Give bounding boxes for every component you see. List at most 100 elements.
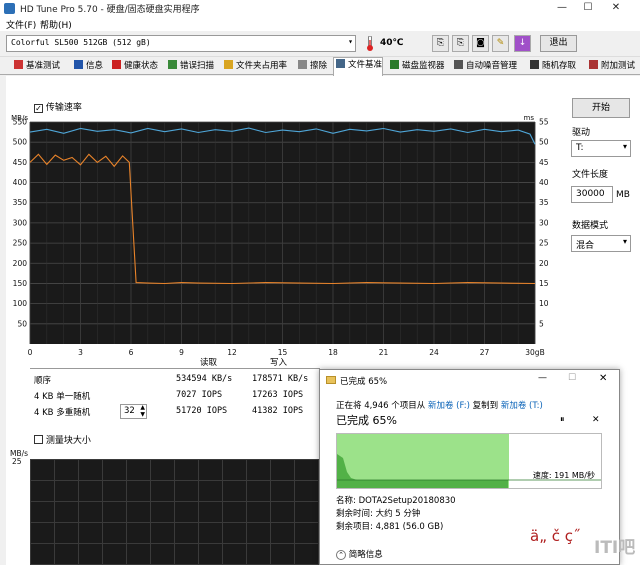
drive-select[interactable]: Colorful SL500 512GB (512 gB) ▾ [6, 35, 356, 52]
details-label: 简略信息 [348, 550, 383, 560]
y-right-tick-label: 35 [539, 198, 549, 207]
result-write-value: 17263 IOPS [252, 390, 304, 400]
file-length-unit: MB [616, 190, 630, 200]
queue-depth-value: 32 [124, 406, 135, 416]
chevron-up-icon: ⌃ [336, 550, 346, 560]
block-size-checkbox[interactable]: 测量块大小 [34, 433, 91, 446]
tab-folder[interactable]: 文件夹占用率 [222, 59, 287, 75]
tab-label: 文件夹占用率 [236, 61, 288, 71]
x-tick-label: 18 [328, 348, 338, 357]
close-button[interactable]: ✕ [608, 1, 624, 15]
x-tick-label: 30gB [525, 348, 544, 357]
drive-letter-value: T: [576, 143, 584, 153]
copy-info-icon[interactable]: ⎘ [452, 35, 469, 52]
copy-text-icon[interactable]: ⎘ [432, 35, 449, 52]
menu-bar: 文件(F) 帮助(H) [0, 17, 640, 31]
y-right-tick-label: 10 [539, 299, 549, 308]
copy-folder-icon [326, 376, 336, 384]
y-right-tick-label: 50 [539, 138, 549, 147]
tab-file-benchmark[interactable]: 文件基准 [333, 57, 384, 76]
dialog-minimize-button[interactable]: — [538, 373, 547, 383]
y-right-tick-label: 55 [539, 118, 549, 127]
copy-progress-graph: 速度: 191 MB/秒 [336, 433, 602, 489]
menu-help[interactable]: 帮助(H) [40, 18, 72, 31]
tab-health[interactable]: 健康状态 [110, 59, 158, 75]
result-read-value: 51720 IOPS [176, 406, 228, 416]
minimize-button[interactable]: — [554, 1, 570, 15]
y-tick-label: 100 [13, 299, 28, 308]
options-icon[interactable]: ✎ [492, 35, 509, 52]
y-axis-unit-left: MB/s [11, 114, 28, 122]
screenshot-icon[interactable]: ◙ [472, 35, 489, 52]
y-right-tick-label: 25 [539, 239, 549, 248]
result-write-value: 41382 IOPS [252, 406, 304, 416]
x-tick-label: 24 [429, 348, 439, 357]
progress-percent-text: 已完成 65% [336, 414, 397, 427]
tab-label: 随机存取 [542, 61, 577, 71]
tab-label: 附加测试 [601, 61, 636, 71]
result-read-value: 534594 KB/s [176, 374, 233, 384]
folder-icon [224, 60, 233, 69]
y-right-tick-label: 20 [539, 259, 549, 268]
maximize-button[interactable]: ☐ [580, 1, 596, 15]
time-remaining: 剩余时间: 大约 5 分钟 [336, 509, 421, 519]
col-read-header: 读取 [200, 358, 218, 368]
y-right-tick-label: 30 [539, 218, 549, 227]
tab-label: 信息 [86, 61, 104, 71]
y-right-tick-label: 5 [539, 319, 544, 328]
drive-letter-select[interactable]: T: ▾ [571, 140, 631, 157]
tab-erase[interactable]: 擦除 [296, 59, 327, 75]
file-length-label: 文件长度 [572, 170, 609, 180]
download-icon[interactable]: ↓ [514, 35, 531, 52]
drive-select-value: Colorful SL500 512GB (512 gB) [11, 38, 151, 47]
tab-info[interactable]: 信息 [72, 59, 103, 75]
extra-tests-icon [589, 60, 598, 69]
queue-depth-spinner[interactable]: 32 ▲ ▼ [120, 404, 147, 419]
error-scan-icon [168, 60, 177, 69]
start-button[interactable]: 开始 [572, 98, 630, 118]
y-right-tick-label: 15 [539, 279, 549, 288]
y-right-tick-label: 45 [539, 158, 549, 167]
exit-button[interactable]: 退出 [540, 35, 577, 52]
x-tick-label: 21 [379, 348, 389, 357]
menu-file[interactable]: 文件(F) [6, 18, 36, 31]
tab-noise[interactable]: 自动噪音管理 [452, 59, 517, 75]
info-icon [74, 60, 83, 69]
tab-extra-tests[interactable]: 附加测试 [587, 59, 635, 75]
tab-disk-monitor[interactable]: 磁盘监视器 [388, 59, 445, 75]
dialog-maximize-button[interactable]: ☐ [568, 373, 576, 383]
pause-button[interactable]: ⏸ [560, 415, 565, 425]
tab-label: 磁盘监视器 [402, 61, 445, 71]
thermometer-icon [366, 35, 374, 51]
garbled-overlay-text: ä„ č ç˝ [530, 527, 581, 545]
tab-bar: 基准测试 信息 健康状态 错误扫描 文件夹占用率 擦除 文件基准 磁盘监视器 自动噪音管理 随机存… [0, 57, 640, 76]
copy-summary-prefix: 正在将 4,946 个项目从 [336, 401, 426, 411]
y-tick-label: 250 [13, 239, 28, 248]
details-toggle[interactable]: ⌃ 简略信息 [336, 548, 383, 560]
dialog-title: 已完成 65% [340, 377, 388, 387]
source-link[interactable]: 新加卷 (F:) [428, 401, 470, 411]
tab-benchmark[interactable]: 基准测试 [12, 59, 60, 75]
lower-chart-max: 25 [12, 457, 22, 466]
file-name: 名称: DOTA2Setup20180830 [336, 496, 456, 506]
transfer-rate-chart: 0 3 6 9 12 15 18 21 24 27 30gB50100150200250300350… [11, 114, 549, 357]
file-length-input[interactable]: 30000 [571, 186, 613, 203]
copy-speed: 速度: 191 MB/秒 [532, 471, 595, 480]
dialog-close-button[interactable]: ✕ [599, 373, 607, 384]
copy-summary-middle: 复制到 [472, 401, 499, 411]
tab-error-scan[interactable]: 错误扫描 [166, 59, 214, 75]
tab-random-access[interactable]: 随机存取 [528, 59, 576, 75]
cancel-button[interactable]: ✕ [592, 415, 600, 425]
noise-icon [454, 60, 463, 69]
destination-link[interactable]: 新加卷 (T:) [501, 401, 543, 411]
data-mode-select[interactable]: 混合 ▾ [571, 235, 631, 252]
result-write-value: 178571 KB/s [252, 374, 309, 384]
tab-label: 擦除 [310, 61, 328, 71]
block-size-label: 测量块大小 [45, 436, 91, 446]
y-tick-label: 50 [17, 319, 27, 328]
copy-summary-line: 正在将 4,946 个项目从 新加卷 (F:) 复制到 新加卷 (T:) [336, 399, 543, 411]
y-tick-label: 400 [13, 178, 28, 187]
file-benchmark-icon [336, 59, 345, 68]
erase-icon [298, 60, 307, 69]
spinner-arrows-icon: ▲ ▼ [140, 404, 145, 418]
